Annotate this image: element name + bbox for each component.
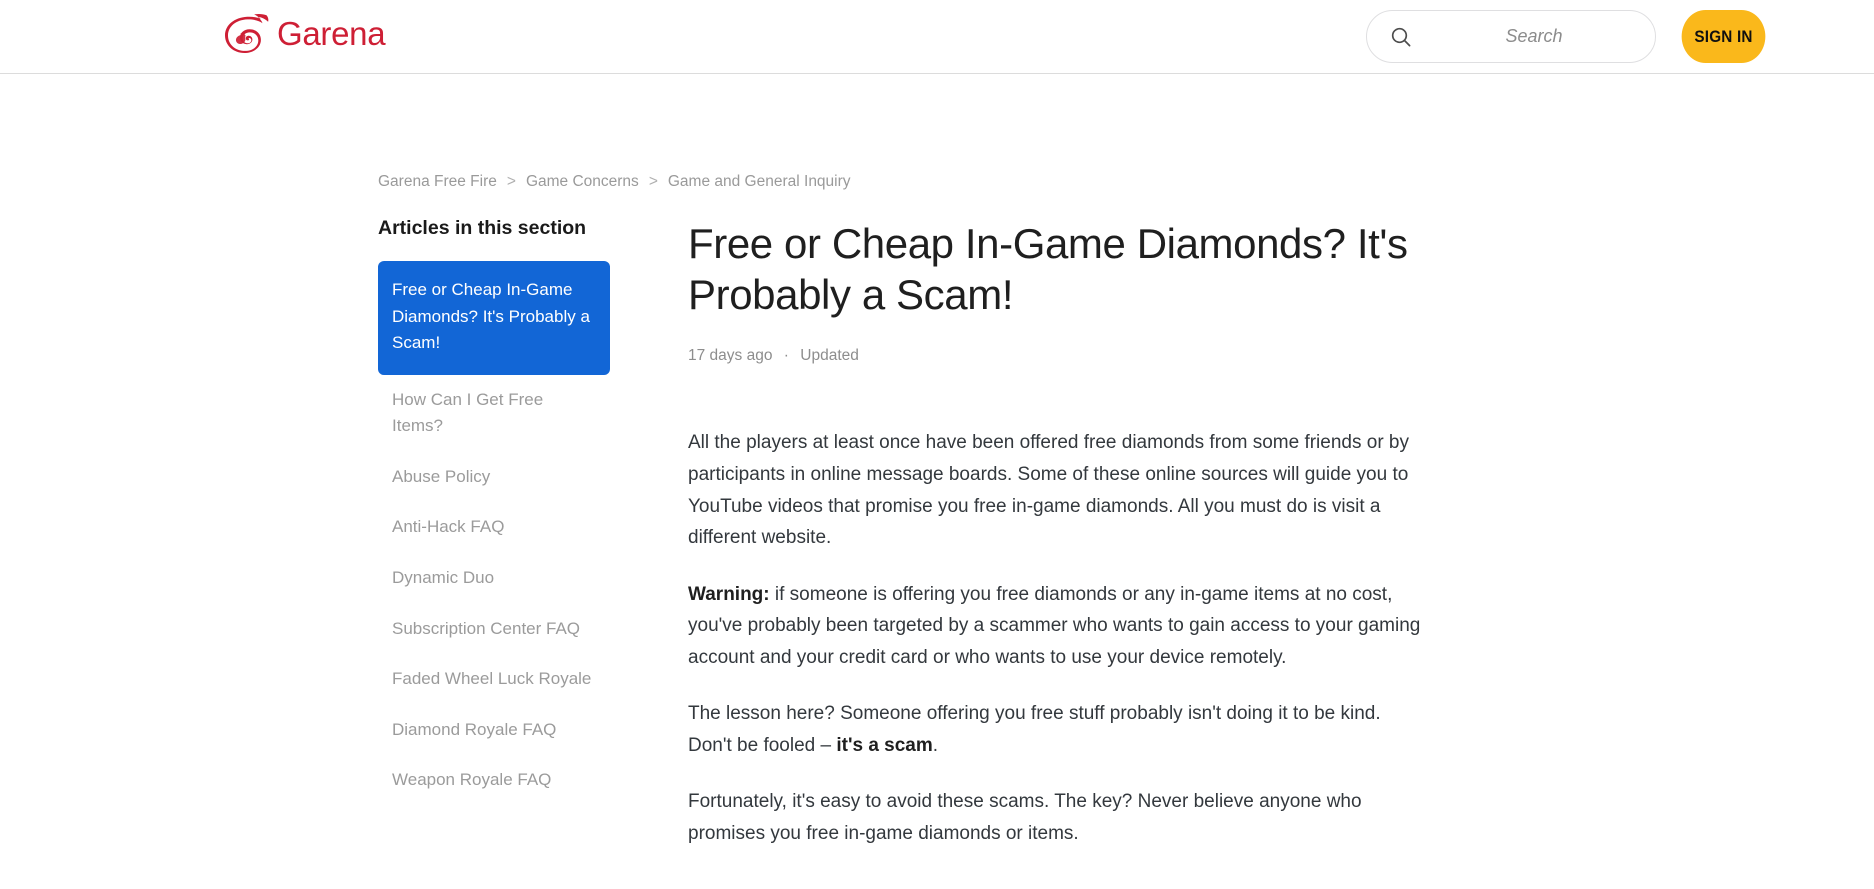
garena-logo-text: Garena — [277, 14, 386, 52]
article-title: Free or Cheap In-Game Diamonds? It's Pro… — [688, 220, 1408, 319]
sidebar-title: Articles in this section — [378, 217, 587, 239]
sign-in-button[interactable]: SIGN IN — [1681, 10, 1766, 63]
garena-logo[interactable]: Garena — [222, 7, 386, 59]
sidebar-article-link-6[interactable]: Subscription Center FAQ — [378, 604, 610, 655]
article: Free or Cheap In-Game Diamonds? It's Pro… — [688, 217, 1428, 889]
bold-text: it's a scam — [836, 734, 933, 756]
sidebar-article-link-9[interactable]: Weapon Royale FAQ — [378, 755, 610, 806]
article-list-item[interactable]: Anti-Hack FAQ — [378, 502, 610, 553]
articles-sidebar: Articles in this section Free or Cheap I… — [378, 217, 610, 806]
article-paragraph: All the players at least once have been … — [688, 432, 1409, 549]
article-list-item[interactable]: Subscription Center FAQ — [378, 604, 610, 655]
search-input[interactable] — [1413, 26, 1679, 47]
article-paragraph: Warning: if someone is offering you free… — [688, 583, 1421, 668]
article-timestamp: 17 days ago — [688, 347, 773, 365]
article-body: All the players at least once have been … — [688, 427, 1428, 889]
search-box[interactable] — [1366, 10, 1679, 63]
search-icon — [1391, 27, 1411, 46]
article-list-item[interactable]: Free or Cheap In-Game Diamonds? It's Pro… — [378, 261, 610, 375]
breadcrumb-separator: > — [506, 173, 516, 190]
breadcrumb-item-1[interactable]: Garena Free Fire — [378, 173, 497, 191]
article-list-item[interactable]: Abuse Policy — [378, 452, 610, 503]
sidebar-article-link-3[interactable]: Abuse Policy — [378, 452, 610, 503]
sidebar-article-link-2[interactable]: How Can I Get Free Items? — [378, 375, 610, 452]
content-row: Articles in this section Free or Cheap I… — [378, 217, 1874, 889]
article-paragraph: Fortunately, it's easy to avoid these sc… — [688, 791, 1362, 844]
article-list-item[interactable]: How Can I Get Free Items? — [378, 375, 610, 452]
article-meta: 17 days ago · Updated — [688, 347, 1428, 365]
article-heading: 1. An offer that seems too good to be tr… — [688, 883, 1428, 889]
garena-dragon-logo-icon — [225, 14, 269, 53]
article-list-item[interactable]: Faded Wheel Luck Royale — [378, 654, 610, 705]
article-paragraph: The lesson here? Someone offering you fr… — [688, 703, 1381, 756]
sidebar-article-link-5[interactable]: Dynamic Duo — [378, 553, 610, 604]
article-list-item[interactable]: Dynamic Duo — [378, 553, 610, 604]
sidebar-article-link-4[interactable]: Anti-Hack FAQ — [378, 502, 610, 553]
breadcrumb: Garena Free Fire > Game Concerns > Game and … — [378, 173, 851, 191]
article-status: Updated — [800, 347, 859, 365]
bold-text: Warning: — [688, 583, 770, 605]
article-list: Free or Cheap In-Game Diamonds? It's Pro… — [378, 261, 610, 805]
page-content: Garena Free Fire > Game Concerns > Game and … — [0, 74, 1874, 889]
sidebar-article-link-7[interactable]: Faded Wheel Luck Royale — [378, 654, 610, 705]
breadcrumb-item-2[interactable]: Game Concerns — [526, 173, 639, 191]
article-list-item[interactable]: Weapon Royale FAQ — [378, 755, 610, 806]
breadcrumb-separator: > — [648, 173, 658, 190]
meta-separator: · — [783, 347, 789, 365]
sidebar-article-link-1[interactable]: Free or Cheap In-Game Diamonds? It's Pro… — [378, 261, 610, 375]
article-list-item[interactable]: Diamond Royale FAQ — [378, 705, 610, 756]
breadcrumb-item-3[interactable]: Game and General Inquiry — [668, 173, 851, 191]
site-header: Garena SIGN IN — [0, 0, 1874, 74]
sidebar-article-link-8[interactable]: Diamond Royale FAQ — [378, 705, 610, 756]
